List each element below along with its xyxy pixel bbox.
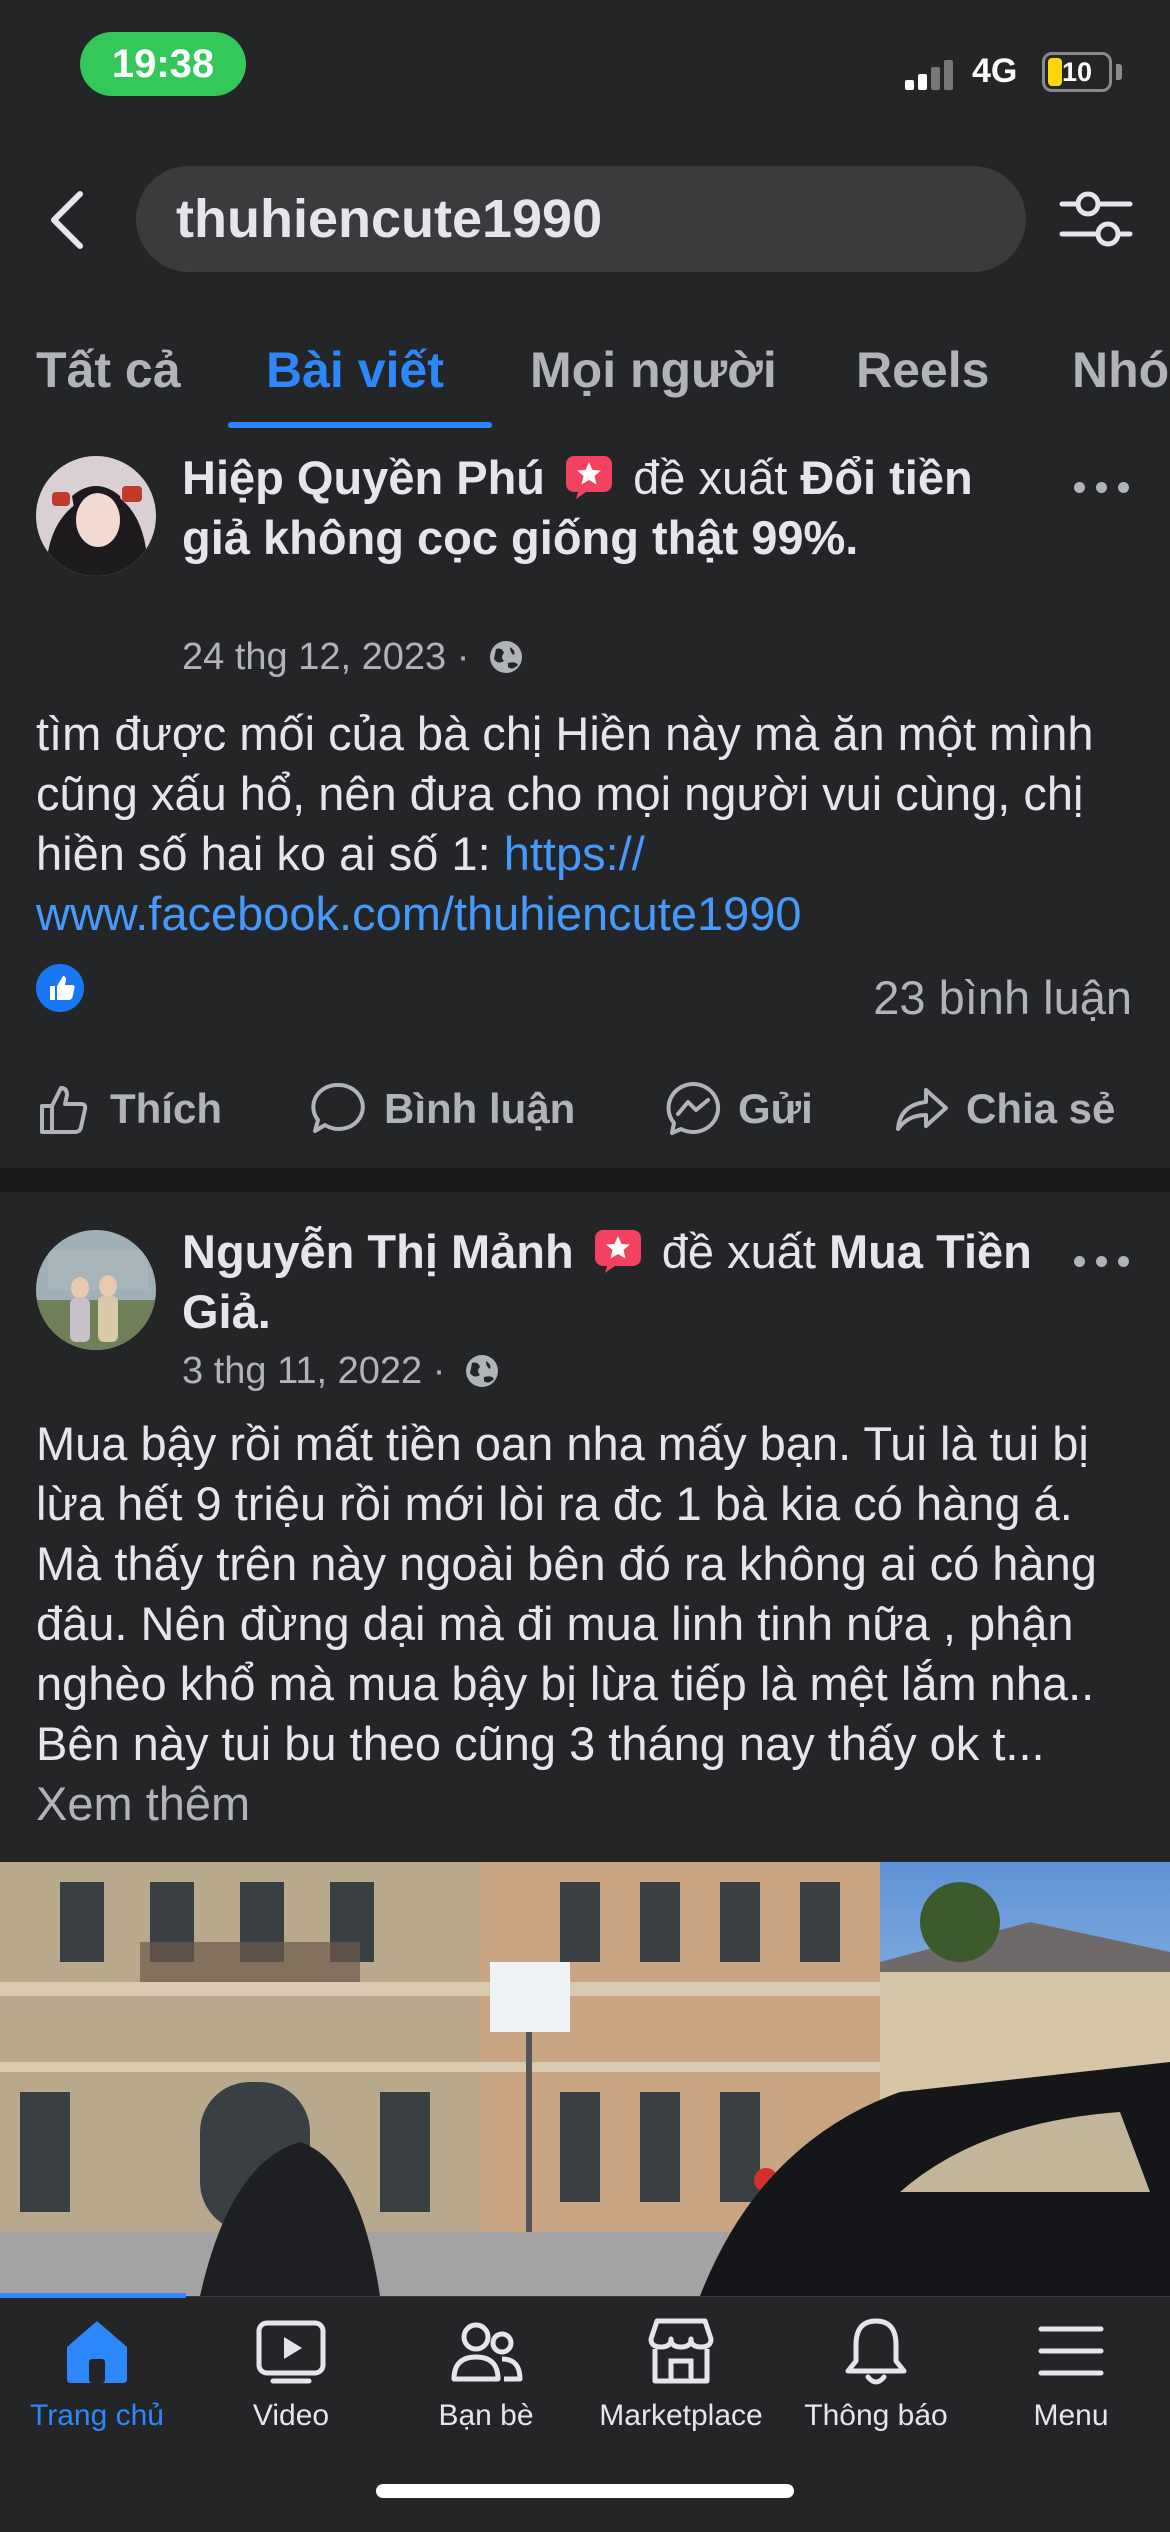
comment-bubble-icon [311,1082,365,1133]
search-input[interactable]: thuhiencute1990 [136,166,1026,272]
send-button[interactable]: Gửi [664,1064,813,1154]
post-date[interactable]: 3 thg 11, 2022 [182,1350,422,1392]
post-header: Nguyễn Thị Mảnh đề xuất Mua Tiền Giả. [182,1222,1042,1342]
battery-icon: 10 [1042,52,1112,92]
video-progress-bar [0,2293,186,2298]
nav-notifications[interactable]: Thông báo [781,2313,971,2433]
home-indicator[interactable] [376,2484,794,2498]
comment-count[interactable]: 23 bình luận [873,970,1132,1025]
post-verb: đề xuất [661,1225,816,1278]
post-text: tìm được mối của bà chị Hiền này mà ăn m… [36,707,1094,940]
more-options-button[interactable] [1072,472,1132,502]
like-reaction-icon[interactable] [36,964,84,1012]
post-actions: Thích Bình luận Gửi Chia sẻ [0,1064,1170,1154]
author-name[interactable]: Hiệp Quyền Phú [182,451,545,504]
see-more-link[interactable]: Xem thêm [36,1777,250,1830]
filter-button[interactable] [1058,186,1134,252]
search-query: thuhiencute1990 [176,189,603,249]
globe-icon [489,641,522,673]
more-options-button[interactable] [1072,1246,1132,1276]
active-tab-indicator [228,422,492,428]
tab-reels[interactable]: Reels [856,320,989,430]
tab-all[interactable]: Tất cả [36,320,181,430]
status-bar: 19:38 4G 10 [0,0,1170,120]
comment-button[interactable]: Bình luận [310,1064,575,1154]
chevron-left-icon [51,191,83,249]
clock: 19:38 [80,32,246,96]
marketplace-icon [648,2318,714,2384]
tab-people[interactable]: Mọi người [530,320,777,430]
signal-icon [905,58,955,90]
back-button[interactable] [40,180,100,260]
top-fan-star-icon [566,456,613,499]
messenger-icon [666,1081,721,1135]
post-header: Hiệp Quyền Phú đề xuất Đổi tiền giả khôn… [182,448,1042,568]
post-meta: 24 thg 12, 2023 · [182,636,526,679]
building-street-photo [0,1862,1170,2296]
tab-groups[interactable]: Nhó [1072,320,1169,430]
share-button[interactable]: Chia sẻ [892,1064,1115,1154]
network-type: 4G [972,52,1018,90]
battery-tip [1116,64,1122,80]
top-fan-star-icon [594,1230,641,1273]
post-meta: 3 thg 11, 2022 · [182,1350,502,1393]
post-text: Mua bậy rồi mất tiền oan nha mấy bạn. Tu… [36,1417,1097,1830]
video-icon [256,2320,326,2384]
author-name[interactable]: Nguyễn Thị Mảnh [182,1225,574,1278]
nav-marketplace[interactable]: Marketplace [586,2313,776,2433]
nav-friends[interactable]: Bạn bè [391,2313,581,2433]
like-button[interactable]: Thích [36,1064,222,1154]
filter-sliders-icon [1059,191,1133,247]
post-verb: đề xuất [633,451,788,504]
post-photo[interactable] [0,1862,1170,2296]
avatar[interactable] [36,1230,156,1350]
nav-home[interactable]: Trang chủ [2,2313,192,2433]
battery-level: 10 [1061,57,1093,87]
share-arrow-icon [896,1088,948,1131]
globe-icon [465,1355,498,1387]
search-tabs: Tất cả Bài viết Mọi người Reels Nhó [0,320,1170,430]
nav-video[interactable]: Video [196,2313,386,2433]
post-date[interactable]: 24 thg 12, 2023 [182,636,446,678]
thumbs-up-icon [40,1086,88,1134]
home-icon [67,2321,127,2383]
post-separator [0,1168,1170,1192]
tab-posts[interactable]: Bài viết [266,320,444,430]
nav-menu[interactable]: Menu [976,2313,1166,2433]
menu-icon [1038,2326,1104,2376]
friends-icon [451,2322,523,2382]
avatar[interactable] [36,456,156,576]
bell-icon [845,2318,907,2385]
